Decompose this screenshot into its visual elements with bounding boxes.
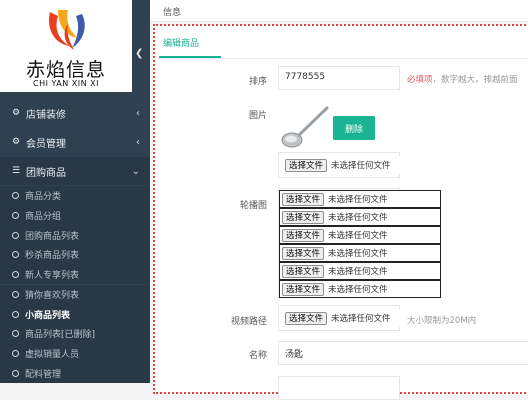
circle-icon: [12, 310, 19, 318]
sitemap-icon: ☰: [11, 166, 21, 176]
sidebar-subitem-label: 商品列表[已删除]: [25, 330, 96, 341]
no-file-text: 未选择任何文件: [328, 195, 388, 205]
sidebar-subitem-label: 虚拟销量人员: [25, 349, 80, 360]
sidebar-item-members[interactable]: ⚙ 会员管理 ‹: [0, 128, 150, 156]
choose-file-button[interactable]: 选择文件: [282, 282, 325, 296]
sidebar-subitem-label: 商品分类: [25, 192, 62, 203]
chevron-left-icon: ‹: [136, 136, 140, 148]
sidebar: 赤焰信息 CHI YAN XIN XI ❮ ⚙ 店铺装修 ‹ ⚙ 会员管理 ‹ …: [0, 0, 150, 383]
tab-edit-goods[interactable]: 编辑商品: [163, 36, 199, 49]
sidebar-item-label: 团购商品: [26, 167, 66, 179]
carousel-file-input-1[interactable]: 选择文件 未选择任何文件: [279, 190, 441, 208]
sidebar-item-label: 会员管理: [26, 138, 66, 150]
sidebar-subitem-label: 商品分组: [25, 212, 62, 223]
circle-icon: [12, 271, 19, 279]
choose-file-button[interactable]: 选择文件: [285, 311, 328, 325]
sidebar-subitem-deleted-list[interactable]: 商品列表[已删除]: [0, 323, 150, 344]
carousel-file-input-6[interactable]: 选择文件 未选择任何文件: [279, 280, 441, 298]
sidebar-item-store-design[interactable]: ⚙ 店铺装修 ‹: [0, 99, 150, 127]
circle-icon: [12, 231, 19, 239]
cogs-icon: ⚙: [11, 108, 21, 118]
video-help: 大小限制为20M内: [407, 316, 477, 326]
image-label: 图片: [248, 111, 267, 121]
carousel-file-input-5[interactable]: 选择文件 未选择任何文件: [279, 262, 441, 280]
name-input[interactable]: 汤匙: [278, 341, 528, 365]
no-file-text: 未选择任何文件: [328, 267, 388, 277]
no-file-text: 未选择任何文件: [328, 249, 388, 259]
circle-icon: [12, 251, 19, 259]
sort-help: 必填项，数字越大，排越前面: [407, 73, 518, 85]
sidebar-subitem-small-goods[interactable]: 小商品列表: [0, 304, 150, 324]
top-bar: 信息: [150, 0, 528, 22]
sidebar-subitem-group[interactable]: 商品分组: [0, 205, 150, 226]
no-file-text: 未选择任何文件: [328, 213, 388, 223]
carousel-file-input-3[interactable]: 选择文件 未选择任何文件: [279, 226, 441, 244]
tab-divider: [155, 58, 528, 59]
video-file-wrapper: 选择文件 未选择任何文件: [278, 305, 444, 331]
sort-label: 排序: [248, 77, 267, 87]
page-title: 信息: [163, 8, 182, 18]
chevron-down-icon: ⌄: [131, 165, 140, 177]
sidebar-subitem-virtual-sales[interactable]: 虚拟销量人员: [0, 343, 150, 364]
sidebar-subitem-label: 配料管理: [25, 369, 62, 380]
video-label: 视频路径: [230, 317, 267, 327]
chevron-left-icon: ‹: [136, 107, 140, 119]
edit-goods-panel: 编辑商品 排序 7778555 必填项，数字越大，排越前面 图片 删除 选择文件…: [153, 24, 528, 400]
sidebar-subitem-label: 新人专享列表: [25, 271, 80, 282]
choose-file-button[interactable]: 选择文件: [282, 246, 325, 260]
sidebar-subitem-flash-list[interactable]: 秒杀商品列表: [0, 245, 150, 265]
sidebar-item-label: 店铺装修: [26, 109, 66, 121]
carousel-file-input-2[interactable]: 选择文件 未选择任何文件: [279, 208, 441, 226]
flame-logo-icon: [48, 10, 85, 50]
carousel-label: 轮播图: [239, 201, 267, 211]
sidebar-subitem-recommend-list[interactable]: 猜你喜欢列表: [0, 284, 150, 305]
sort-input[interactable]: 7778555: [278, 66, 400, 90]
name-label: 名称: [248, 351, 267, 361]
circle-icon: [12, 349, 19, 357]
sidebar-item-group-goods[interactable]: ☰ 团购商品 ⌄: [0, 157, 150, 185]
sidebar-subitem-label: 秒杀商品列表: [25, 251, 80, 262]
sidebar-subitem-label: 团购商品列表: [25, 231, 80, 242]
no-file-text: 未选择任何文件: [331, 314, 391, 324]
product-thumbnail: [281, 106, 329, 148]
image-file-wrapper: 选择文件 未选择任何文件: [278, 152, 444, 178]
image-file-input[interactable]: 选择文件 未选择任何文件: [282, 156, 444, 174]
sidebar-subitem-ingredients[interactable]: 配料管理: [0, 363, 150, 383]
circle-icon: [12, 290, 19, 298]
brand-logo[interactable]: 赤焰信息 CHI YAN XIN XI: [0, 0, 132, 92]
choose-file-button[interactable]: 选择文件: [282, 228, 325, 242]
sidebar-subitem-category[interactable]: 商品分类: [0, 186, 150, 206]
no-file-text: 未选择任何文件: [331, 161, 391, 171]
choose-file-button[interactable]: 选择文件: [282, 192, 325, 206]
required-text: 必填项: [407, 75, 433, 85]
chevron-left-icon[interactable]: ❮: [135, 48, 143, 59]
circle-icon: [12, 192, 19, 200]
carousel-file-input-4[interactable]: 选择文件 未选择任何文件: [279, 244, 441, 262]
choose-file-button[interactable]: 选择文件: [282, 210, 325, 224]
circle-icon: [12, 369, 19, 377]
choose-file-button[interactable]: 选择文件: [285, 158, 328, 172]
sidebar-subitem-group-list[interactable]: 团购商品列表: [0, 225, 150, 246]
brand-subtitle: CHI YAN XIN XI: [33, 79, 99, 88]
choose-file-button[interactable]: 选择文件: [282, 264, 325, 278]
next-field-input[interactable]: [278, 376, 400, 400]
circle-icon: [12, 212, 19, 220]
delete-image-button[interactable]: 删除: [333, 116, 375, 140]
sidebar-subitem-label: 小商品列表: [25, 310, 71, 321]
no-file-text: 未选择任何文件: [328, 231, 388, 241]
no-file-text: 未选择任何文件: [328, 285, 388, 295]
sidebar-subitem-label: 猜你喜欢列表: [25, 290, 80, 301]
sort-help-text: ，数字越大，排越前面: [432, 75, 518, 85]
brand-title: 赤焰信息: [25, 59, 106, 81]
circle-icon: [12, 330, 19, 338]
gear-icon: ⚙: [11, 137, 21, 147]
sidebar-subitem-newcomer-list[interactable]: 新人专享列表: [0, 264, 150, 285]
